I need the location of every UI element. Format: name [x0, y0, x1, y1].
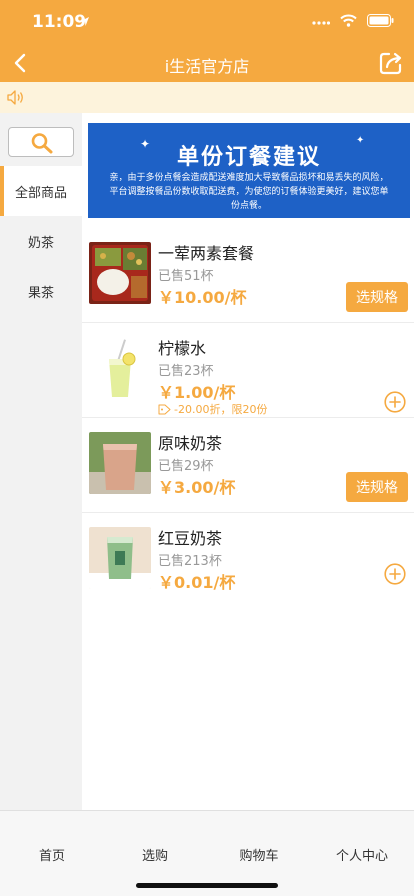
notice-bar — [0, 82, 414, 113]
tab-profile[interactable]: 个人中心 — [310, 845, 414, 864]
select-spec-button[interactable]: 选规格 — [346, 472, 408, 502]
promo-tag: -20.00折，限20份 — [158, 401, 267, 417]
product-item[interactable]: 柠檬水 已售23杯 ￥1.00/杯 -20.00折，限20份 — [82, 323, 414, 418]
signal-icon — [312, 21, 330, 25]
product-image-lemonade — [89, 337, 151, 399]
share-icon[interactable] — [378, 50, 404, 76]
banner-text: 亲，由于多份点餐会造成配送难度加大导致餐品损坏和易丢失的风险，平台调整按餐品份数… — [109, 173, 389, 211]
tab-shop[interactable]: 选购 — [103, 845, 207, 864]
category-sidebar: 全部商品 奶茶 果茶 — [0, 113, 82, 810]
product-name: 原味奶茶 — [158, 434, 223, 453]
product-item[interactable]: 原味奶茶 已售29杯 ￥3.00/杯 选规格 — [82, 418, 414, 513]
page-title: i生活官方店 — [164, 57, 250, 76]
speaker-icon — [7, 90, 23, 105]
app-header: 11:09 i生活官方店 — [0, 0, 414, 82]
product-price: ￥1.00/杯 — [158, 383, 236, 402]
battery-icon — [367, 14, 394, 27]
tag-icon — [158, 404, 171, 414]
product-price: ￥3.00/杯 — [158, 478, 236, 497]
wifi-icon — [340, 14, 357, 27]
location-arrow-icon — [81, 17, 89, 26]
product-name: 红豆奶茶 — [158, 529, 223, 548]
search-icon — [31, 133, 53, 154]
category-milk-tea[interactable]: 奶茶 — [0, 216, 82, 266]
category-all[interactable]: 全部商品 — [0, 166, 82, 216]
product-image-combo-meal — [89, 242, 151, 304]
banner-title: 单份订餐建议 — [176, 145, 321, 170]
product-item[interactable]: 红豆奶茶 已售213杯 ￥0.01/杯 — [82, 513, 414, 608]
product-price: ￥0.01/杯 — [158, 573, 236, 592]
order-advice-banner: ✦ ✦ 单份订餐建议 亲，由于多份点餐会造成配送难度加大导致餐品损坏和易丢失的风… — [88, 123, 410, 218]
product-sold-count: 已售23杯 — [158, 364, 214, 379]
search-button[interactable] — [8, 127, 74, 157]
status-indicators — [312, 14, 394, 27]
tab-cart[interactable]: 购物车 — [207, 845, 311, 864]
product-image-red-bean-milk-tea — [89, 527, 151, 589]
product-name: 一荤两素套餐 — [158, 244, 255, 263]
product-sold-count: 已售213杯 — [158, 554, 222, 569]
add-to-cart-icon[interactable] — [384, 563, 406, 585]
product-item[interactable]: 一荤两素套餐 已售51杯 ￥10.00/杯 选规格 — [82, 228, 414, 323]
add-to-cart-icon[interactable] — [384, 391, 406, 413]
promo-text: -20.00折，限20份 — [174, 403, 268, 416]
product-list-panel: ✦ ✦ 单份订餐建议 亲，由于多份点餐会造成配送难度加大导致餐品损坏和易丢失的风… — [82, 113, 414, 810]
product-sold-count: 已售51杯 — [158, 269, 214, 284]
product-image-milk-tea — [89, 432, 151, 494]
select-spec-button[interactable]: 选规格 — [346, 282, 408, 312]
product-sold-count: 已售29杯 — [158, 459, 214, 474]
product-name: 柠檬水 — [158, 339, 207, 358]
category-fruit-tea[interactable]: 果茶 — [0, 266, 82, 316]
tab-home[interactable]: 首页 — [0, 845, 104, 864]
status-time: 11:09 — [32, 12, 87, 32]
product-price: ￥10.00/杯 — [158, 288, 247, 307]
home-indicator — [136, 883, 278, 888]
